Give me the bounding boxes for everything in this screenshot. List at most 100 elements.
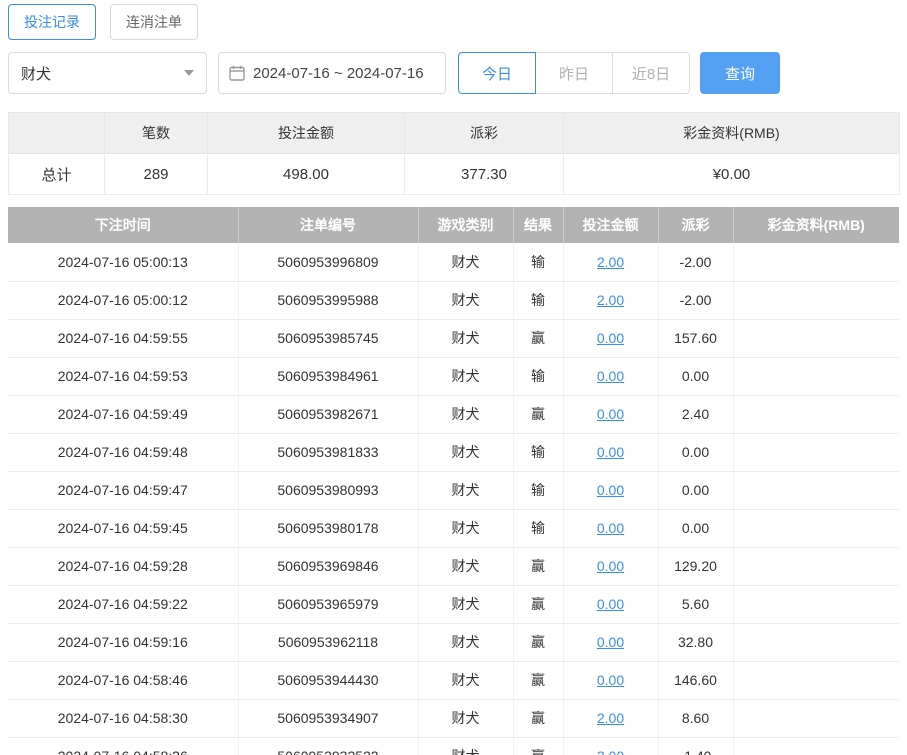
- game-type-cell: 财犬: [417, 395, 513, 434]
- game-type-cell: 财犬: [417, 243, 513, 282]
- bet-amount-cell: 0.00: [562, 357, 658, 396]
- bonus-cell: [732, 471, 899, 510]
- tab-betting-records[interactable]: 投注记录: [8, 4, 96, 40]
- bet-amount-link[interactable]: 2.00: [597, 292, 624, 308]
- table-row: 2024-07-16 04:59:48 5060953981833 财犬 输 0…: [8, 433, 899, 472]
- chevron-down-icon: [184, 70, 194, 76]
- table-row: 2024-07-16 04:59:16 5060953962118 财犬 赢 0…: [8, 623, 899, 662]
- quick-range-button-group: 今日 昨日 近8日: [458, 52, 690, 94]
- bet-amount-link[interactable]: 0.00: [597, 634, 624, 650]
- payout-cell: 0.00: [657, 433, 733, 472]
- payout-cell: 0.00: [657, 357, 733, 396]
- records-table: 下注时间 注单编号 游戏类别 结果 投注金额 派彩 彩金资料(RMB) 2024…: [8, 207, 899, 755]
- result-cell: 输: [512, 243, 563, 282]
- game-type-cell: 财犬: [417, 699, 513, 738]
- order-id-cell: 5060953932522: [237, 737, 418, 755]
- bet-amount-link[interactable]: 0.00: [597, 406, 624, 422]
- bet-amount-link[interactable]: 2.00: [597, 748, 624, 755]
- yesterday-button[interactable]: 昨日: [535, 52, 613, 94]
- bonus-cell: [732, 243, 899, 282]
- game-type-cell: 财犬: [417, 509, 513, 548]
- result-cell: 赢: [512, 395, 563, 434]
- bonus-cell: [732, 699, 899, 738]
- order-id-cell: 5060953982671: [237, 395, 418, 434]
- bet-amount-link[interactable]: 2.00: [597, 254, 624, 270]
- bet-time-cell: 2024-07-16 04:58:26: [8, 737, 238, 755]
- bet-time-cell: 2024-07-16 04:58:46: [8, 661, 238, 700]
- search-button[interactable]: 查询: [700, 52, 780, 94]
- bet-time-cell: 2024-07-16 04:59:49: [8, 395, 238, 434]
- game-type-cell: 财犬: [417, 281, 513, 320]
- date-range-input[interactable]: 2024-07-16 ~ 2024-07-16: [218, 52, 446, 94]
- game-select[interactable]: 财犬: [8, 52, 207, 94]
- result-cell: 输: [512, 471, 563, 510]
- tab-cancelled-orders[interactable]: 连消注单: [110, 4, 198, 40]
- game-type-cell: 财犬: [417, 433, 513, 472]
- order-id-cell: 5060953985745: [237, 319, 418, 358]
- bet-amount-link[interactable]: 0.00: [597, 596, 624, 612]
- bet-time-cell: 2024-07-16 05:00:12: [8, 281, 238, 320]
- order-id-cell: 5060953962118: [237, 623, 418, 662]
- header-game-type: 游戏类别: [417, 207, 513, 243]
- payout-cell: -2.00: [657, 281, 733, 320]
- result-cell: 赢: [512, 623, 563, 662]
- bet-time-cell: 2024-07-16 04:59:16: [8, 623, 238, 662]
- bet-amount-cell: 2.00: [562, 699, 658, 738]
- result-cell: 赢: [512, 661, 563, 700]
- bonus-cell: [732, 319, 899, 358]
- bonus-cell: [732, 547, 899, 586]
- bet-amount-link[interactable]: 0.00: [597, 482, 624, 498]
- bonus-cell: [732, 395, 899, 434]
- today-button[interactable]: 今日: [458, 52, 536, 94]
- bet-amount-link[interactable]: 0.00: [597, 444, 624, 460]
- table-row: 2024-07-16 04:58:46 5060953944430 财犬 赢 0…: [8, 661, 899, 700]
- bonus-cell: [732, 357, 899, 396]
- summary-header-row: 笔数 投注金额 派彩 彩金资料(RMB): [8, 112, 900, 154]
- bet-amount-link[interactable]: 0.00: [597, 520, 624, 536]
- bet-time-cell: 2024-07-16 04:58:30: [8, 699, 238, 738]
- bet-amount-cell: 0.00: [562, 395, 658, 434]
- summary-total-bet-amount: 498.00: [207, 153, 405, 195]
- bet-amount-link[interactable]: 0.00: [597, 330, 624, 346]
- payout-cell: 32.80: [657, 623, 733, 662]
- header-bonus: 彩金资料(RMB): [732, 207, 899, 243]
- last-8-days-button[interactable]: 近8日: [612, 52, 690, 94]
- tabs-row: 投注记录 连消注单: [8, 4, 899, 40]
- table-row: 2024-07-16 04:59:55 5060953985745 财犬 赢 0…: [8, 319, 899, 358]
- order-id-cell: 5060953965979: [237, 585, 418, 624]
- bet-amount-cell: 0.00: [562, 661, 658, 700]
- summary-table: 笔数 投注金额 派彩 彩金资料(RMB) 总计 289 498.00 377.3…: [8, 112, 900, 195]
- bet-amount-link[interactable]: 2.00: [597, 710, 624, 726]
- bet-time-cell: 2024-07-16 04:59:47: [8, 471, 238, 510]
- bonus-cell: [732, 281, 899, 320]
- payout-cell: -1.40: [657, 737, 733, 755]
- result-cell: 输: [512, 509, 563, 548]
- result-cell: 赢: [512, 547, 563, 586]
- summary-total-label: 总计: [8, 153, 105, 195]
- bet-amount-link[interactable]: 0.00: [597, 368, 624, 384]
- order-id-cell: 5060953980993: [237, 471, 418, 510]
- bet-amount-link[interactable]: 0.00: [597, 558, 624, 574]
- result-cell: 输: [512, 357, 563, 396]
- bet-time-cell: 2024-07-16 04:59:55: [8, 319, 238, 358]
- calendar-icon: [229, 65, 245, 81]
- bet-amount-cell: 0.00: [562, 319, 658, 358]
- payout-cell: 157.60: [657, 319, 733, 358]
- game-type-cell: 财犬: [417, 357, 513, 396]
- table-row: 2024-07-16 04:58:26 5060953932522 财犬 赢 2…: [8, 737, 899, 755]
- header-bet-time: 下注时间: [8, 207, 238, 243]
- table-row: 2024-07-16 04:58:30 5060953934907 财犬 赢 2…: [8, 699, 899, 738]
- records-header-row: 下注时间 注单编号 游戏类别 结果 投注金额 派彩 彩金资料(RMB): [8, 207, 899, 243]
- bonus-cell: [732, 661, 899, 700]
- bet-amount-cell: 0.00: [562, 509, 658, 548]
- summary-total-payout: 377.30: [404, 153, 564, 195]
- header-bet-amount: 投注金额: [562, 207, 658, 243]
- game-type-cell: 财犬: [417, 319, 513, 358]
- bet-amount-cell: 2.00: [562, 281, 658, 320]
- bet-amount-link[interactable]: 0.00: [597, 672, 624, 688]
- result-cell: 赢: [512, 585, 563, 624]
- game-type-cell: 财犬: [417, 585, 513, 624]
- bonus-cell: [732, 623, 899, 662]
- table-row: 2024-07-16 04:59:45 5060953980178 财犬 输 0…: [8, 509, 899, 548]
- table-row: 2024-07-16 05:00:12 5060953995988 财犬 输 2…: [8, 281, 899, 320]
